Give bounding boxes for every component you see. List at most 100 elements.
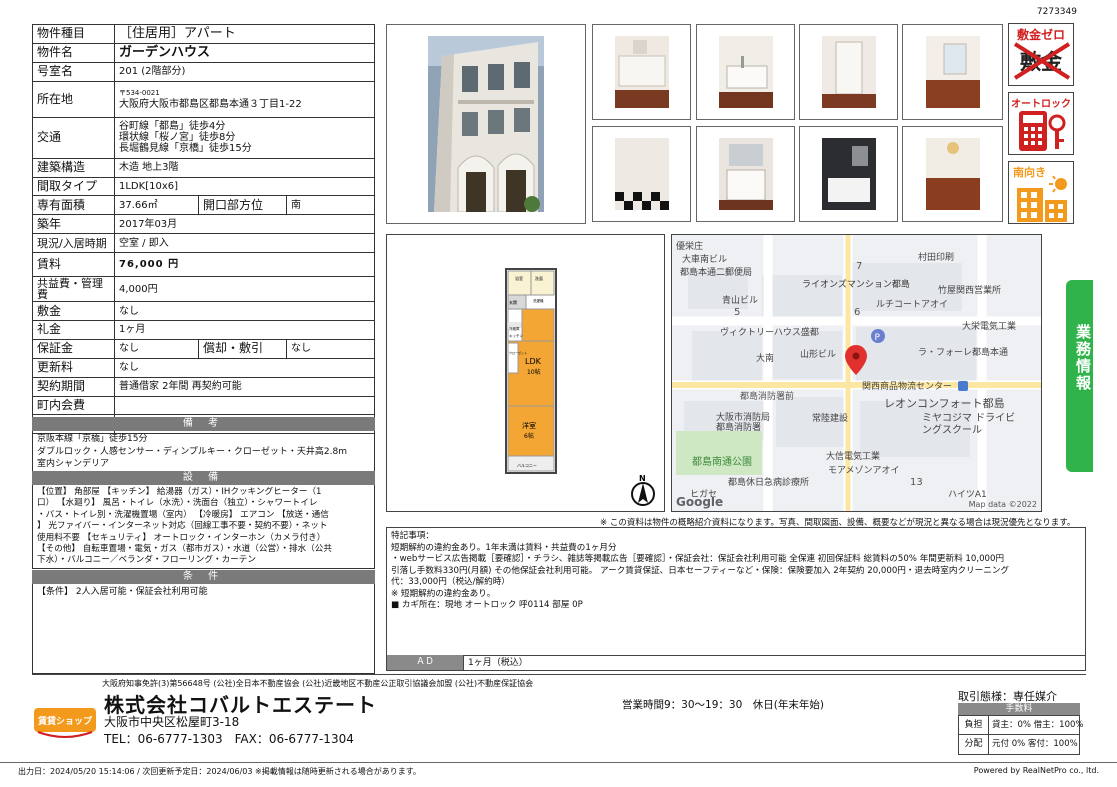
interior-photo-closet xyxy=(799,24,898,120)
location-map[interactable]: P 優栄庄 大車南ビル 都島本通二郵便局 村田印刷 ライオンズマンション都島 竹… xyxy=(671,234,1042,512)
document-id: 7273349 xyxy=(1036,7,1077,17)
map-label: レオンコンフォート都島 xyxy=(884,397,1005,410)
sun-building-icon xyxy=(1017,176,1067,222)
map-label: ミヤコジマ ドライビングスクール xyxy=(922,413,1016,436)
equipment-line: 口） 【水廻り】 風呂・トイレ（水洗）・洗面台（独立）・シャワートイレ xyxy=(37,498,318,509)
value-structure: 木造 地上3階 xyxy=(114,157,375,178)
map-block-number: 5 xyxy=(734,307,741,318)
fp-label-kitchen: キッチン xyxy=(509,333,523,338)
equipment-header: 設 備 xyxy=(32,471,375,485)
label-association: 町内会費 xyxy=(32,395,115,416)
ad-label: ＡＤ xyxy=(387,655,463,670)
transaction-mode-label: 取引態様： xyxy=(958,690,1013,703)
fee-row-label: 分配 xyxy=(959,735,989,754)
access-line: 谷町線「都島」徒歩4分 xyxy=(119,121,226,133)
label-contract: 契約期間 xyxy=(32,376,115,397)
address-line: 大阪府大阪市都島区都島本通３丁目1-22 xyxy=(119,99,302,111)
fp-label-balcony: バルコニー xyxy=(517,463,537,468)
fp-label-fridge: 冷蔵庫 xyxy=(509,326,520,331)
map-block-number: 7 xyxy=(856,261,863,272)
map-label: 優栄庄 xyxy=(676,242,704,252)
map-label: 関西商品物流センター xyxy=(862,382,953,392)
label-type: 物件種目 xyxy=(32,24,115,44)
special-notes-line: 短期解約の違約金あり。1年未満は賃料・共益費の1ヶ月分 xyxy=(391,542,617,553)
map-block-number: 13 xyxy=(910,477,923,488)
logo-text: 賃貸ショップ xyxy=(37,717,92,727)
value-room: 201 (2階部分) xyxy=(114,61,375,82)
equipment-line: ・バス・トイレ別・洗濯機置場（室内） 【冷暖房】 エアコン 【放送・通信 xyxy=(37,509,329,520)
equipment-line: 【位置】 角部屋 【キッチン】 給湯器（ガス）・IHクッキングヒーター（1 xyxy=(37,487,322,497)
svg-text:P: P xyxy=(875,333,881,343)
value-association xyxy=(114,395,375,416)
map-label: 竹屋関西営業所 xyxy=(938,286,1002,296)
label-access: 交通 xyxy=(32,116,115,159)
special-notes-content: 特記事項： 短期解約の違約金あり。1年未満は賃料・共益費の1ヶ月分 ・webサー… xyxy=(391,531,1009,612)
map-attribution: Map data ©2022 xyxy=(968,500,1037,509)
value-key-money: 1ヶ月 xyxy=(114,320,375,340)
equipment-line: 使用料不要 【セキュリティ】 オートロック・インターホン（カメラ付き） xyxy=(37,532,326,543)
footer-divider xyxy=(0,762,1117,763)
value-access: 谷町線「都島」徒歩4分 環状線「桜ノ宮」徒歩8分 長堀鶴見線「京橋」徒歩15分 xyxy=(114,116,375,159)
special-notes-line: ■ カギ所在：現地 オートロック 呼0114 部屋 0P xyxy=(391,600,583,610)
license-text: 大阪府知事免許(3)第56648号 (公社)全日本不動産協会 (公社)近畿地区不… xyxy=(102,679,534,688)
zero-deposit-label: 敷金ゼロ xyxy=(1016,28,1065,42)
special-notes-line: 代：33,000円（税込/解約時） xyxy=(391,577,510,587)
value-amortization: なし xyxy=(286,338,375,359)
company-address: 大阪市中央区松屋町3-18 xyxy=(104,715,240,729)
map-label: ラ・フォーレ都島本通 xyxy=(918,348,1009,358)
fp-room-ldk-size: 10帖 xyxy=(527,368,541,376)
equipment-line: 下水）・バルコニー／ベランダ・フローリング・カーテン xyxy=(37,555,256,566)
map-label: 村田印刷 xyxy=(918,253,955,263)
map-label: 都島南通公園 xyxy=(692,457,752,468)
label-guarantee: 保証金 xyxy=(32,338,115,359)
fp-label-washer: 洗濯機 xyxy=(533,298,544,303)
value-deposit: なし xyxy=(114,301,375,322)
label-renewal: 更新料 xyxy=(32,357,115,378)
interior-photo-room xyxy=(902,24,1003,120)
remarks-line: ダブルロック・人感センサー・ディンプルキー・クローゼット・天井高2.8m xyxy=(37,446,348,457)
special-notes-line: ・webサービス広告掲載［要確認］・チラシ、雑誌等掲載広告［要確認］・保証会社：… xyxy=(391,554,1005,564)
postal-code: 〒534-0021 xyxy=(119,89,160,98)
remarks-line: 室内シャンデリア xyxy=(37,459,110,469)
cross-out-icon xyxy=(1013,42,1071,80)
label-built: 築年 xyxy=(32,214,115,235)
fp-label-bath: 浴室 xyxy=(515,275,523,281)
fee-row-label: 負担 xyxy=(959,716,989,735)
floor-plan-panel: 浴室 洗面 玄関 冷蔵庫 キッチン 洗濯機 クローゼット LDK 10帖 洋室 … xyxy=(386,234,665,512)
business-info-tab-label: 業務情報 xyxy=(1074,324,1092,392)
value-layout: 1LDK[10x6] xyxy=(114,176,375,197)
access-line: 環状線「桜ノ宮」徒歩8分 xyxy=(119,132,236,144)
special-notes-box: 特記事項： 短期解約の違約金あり。1年未満は賃料・共益費の1ヶ月分 ・webサー… xyxy=(386,527,1086,671)
value-name: ガーデンハウス xyxy=(114,42,375,63)
autolock-badge: オートロック xyxy=(1008,92,1074,155)
fp-room-ldk: LDK xyxy=(525,357,542,366)
special-notes-title: 特記事項： xyxy=(391,531,434,541)
label-structure: 建築構造 xyxy=(32,157,115,178)
interior-photo-entrance xyxy=(592,126,691,222)
company-tel-fax: TEL：06-6777-1303 FAX：06-6777-1304 xyxy=(104,732,354,746)
ad-value: 1ヶ月（税込） xyxy=(463,655,1085,670)
interior-photo-hallway xyxy=(902,126,1003,222)
map-label: ライオンズマンション都島 xyxy=(802,280,910,290)
remarks-header: 備 考 xyxy=(32,417,375,431)
label-deposit: 敷金 xyxy=(32,301,115,322)
autolock-label: オートロック xyxy=(1011,99,1071,110)
google-logo: Google xyxy=(676,495,724,509)
map-label: ルチコートアオイ xyxy=(876,300,949,310)
company-logo: 賃貸ショップ xyxy=(34,706,96,738)
equipment-line: 】 光ファイバー・インターネット対応（回線工事不要・契約不要）・ネット xyxy=(37,521,328,532)
map-label: ヴィクトリーハウス盛都 xyxy=(720,328,819,338)
exterior-photo xyxy=(386,24,586,224)
map-label: 大信電気工業 xyxy=(826,452,881,462)
fee-row-value: 元付 0% 客付：100% xyxy=(992,739,1078,749)
business-info-tab[interactable]: 業務情報 xyxy=(1066,280,1093,472)
fp-room-western: 洋室 xyxy=(522,421,536,430)
map-label: 大南 xyxy=(756,354,775,364)
equipment-line: 【その他】 自転車置場・電気・ガス（都市ガス）・水道（公営）・排水（公共 xyxy=(37,544,332,555)
value-built: 2017年03月 xyxy=(114,214,375,235)
label-status: 現況/入居時期 xyxy=(32,233,115,254)
fee-header: 手数料 xyxy=(958,703,1080,715)
fp-label-washroom: 洗面 xyxy=(535,275,543,281)
label-address: 所在地 xyxy=(32,80,115,118)
svg-text:N: N xyxy=(639,474,646,483)
